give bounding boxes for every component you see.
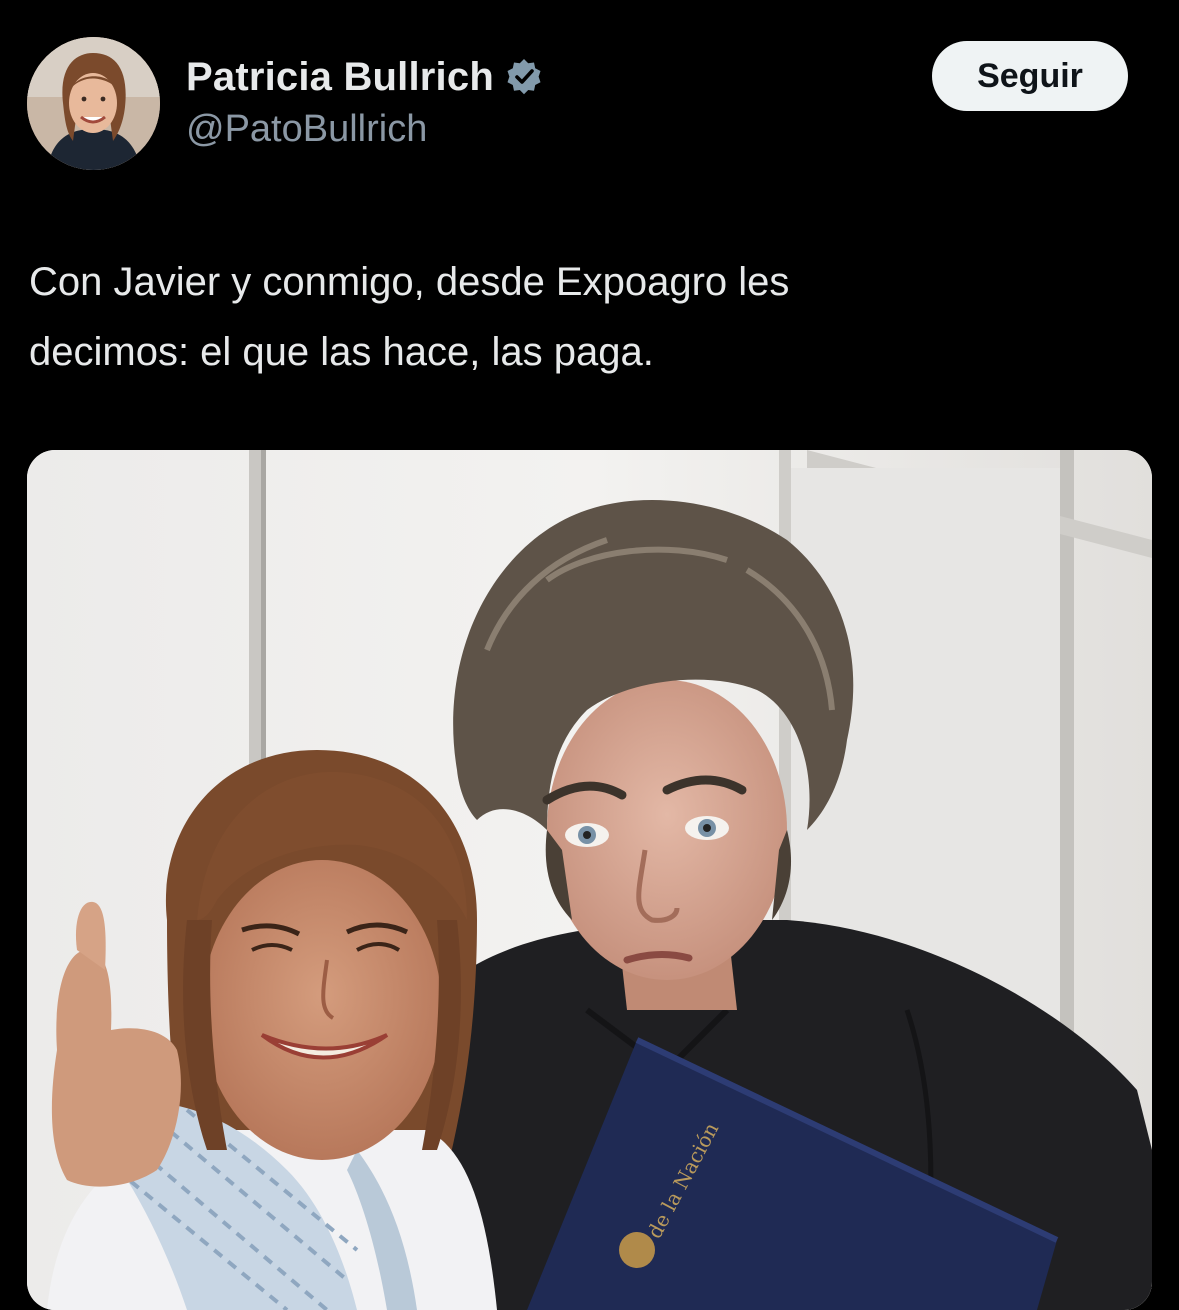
tweet-text: Con Javier y conmigo, desde Expoagro les…	[29, 247, 1139, 387]
author-name-row: Patricia Bullrich	[186, 52, 544, 102]
author-handle[interactable]: @PatoBullrich	[186, 108, 427, 151]
avatar[interactable]	[27, 37, 160, 170]
author-display-name[interactable]: Patricia Bullrich	[186, 55, 494, 100]
follow-button[interactable]: Seguir	[932, 41, 1128, 111]
tweet-text-line-1: Con Javier y conmigo, desde Expoagro les	[29, 260, 790, 304]
tweet-text-line-2: decimos: el que las hace, las paga.	[29, 330, 654, 374]
tweet-card: Patricia Bullrich @PatoBullrich Seguir C…	[0, 0, 1179, 1310]
verified-badge-icon	[504, 57, 544, 97]
tweet-photo[interactable]: de la Nación	[27, 450, 1152, 1310]
